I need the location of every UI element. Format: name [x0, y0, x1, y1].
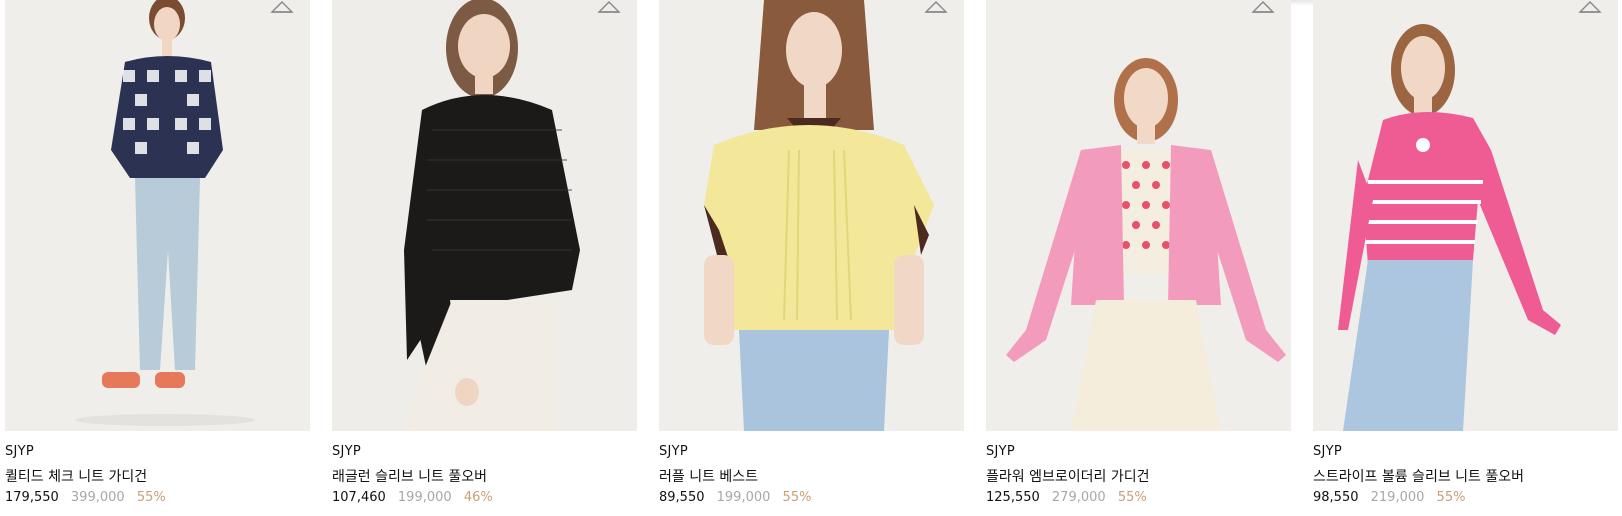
product-image[interactable] — [659, 0, 964, 431]
model-photo — [1313, 0, 1618, 431]
product-brand[interactable]: SJYP — [659, 444, 688, 459]
product-card[interactable]: SJYP 러플 니트 베스트 89,550 199,000 55% — [659, 0, 964, 516]
product-card[interactable]: SJYP 플라워 엠브로이더리 가디건 125,550 279,000 55% — [986, 0, 1291, 516]
product-image[interactable] — [332, 0, 637, 431]
discount-rate: 46% — [463, 490, 493, 505]
product-grid: SJYP 퀼티드 체크 니트 가디건 179,550 399,000 55% S… — [0, 0, 1622, 516]
model-photo — [5, 0, 310, 431]
product-prices: 107,460 199,000 46% — [332, 490, 501, 505]
product-card[interactable]: SJYP 래글런 슬리브 니트 풀오버 107,460 199,000 46% — [332, 0, 637, 516]
sale-price: 179,550 — [5, 490, 59, 505]
sale-price: 125,550 — [986, 490, 1040, 505]
product-prices: 89,550 199,000 55% — [659, 490, 819, 505]
product-name[interactable]: 러플 니트 베스트 — [659, 466, 758, 486]
product-brand[interactable]: SJYP — [1313, 444, 1342, 459]
product-name[interactable]: 플라워 엠브로이더리 가디건 — [986, 466, 1149, 486]
wishlist-icon[interactable] — [270, 0, 294, 14]
sale-price: 107,460 — [332, 490, 386, 505]
original-price: 219,000 — [1370, 490, 1425, 505]
discount-rate: 55% — [136, 490, 166, 505]
sale-price: 98,550 — [1313, 490, 1359, 505]
product-prices: 98,550 219,000 55% — [1313, 490, 1473, 505]
product-image[interactable] — [1313, 0, 1618, 431]
product-name[interactable]: 스트라이프 볼륨 슬리브 니트 풀오버 — [1313, 466, 1524, 486]
product-brand[interactable]: SJYP — [332, 444, 361, 459]
product-brand[interactable]: SJYP — [986, 444, 1015, 459]
product-prices: 125,550 279,000 55% — [986, 490, 1155, 505]
wishlist-icon[interactable] — [1578, 0, 1602, 14]
model-photo — [332, 0, 637, 431]
discount-rate: 55% — [1436, 490, 1466, 505]
wishlist-icon[interactable] — [924, 0, 948, 14]
product-name[interactable]: 래글런 슬리브 니트 풀오버 — [332, 466, 487, 486]
wishlist-icon[interactable] — [1251, 0, 1275, 14]
original-price: 199,000 — [397, 490, 452, 505]
product-card[interactable]: SJYP 퀼티드 체크 니트 가디건 179,550 399,000 55% — [5, 0, 310, 516]
discount-rate: 55% — [782, 490, 812, 505]
product-prices: 179,550 399,000 55% — [5, 490, 174, 505]
model-photo — [659, 0, 964, 431]
original-price: 399,000 — [70, 490, 125, 505]
product-name[interactable]: 퀼티드 체크 니트 가디건 — [5, 466, 147, 486]
sale-price: 89,550 — [659, 490, 705, 505]
original-price: 279,000 — [1051, 490, 1106, 505]
product-brand[interactable]: SJYP — [5, 444, 34, 459]
product-card[interactable]: SJYP 스트라이프 볼륨 슬리브 니트 풀오버 98,550 219,000 … — [1313, 0, 1618, 516]
product-image[interactable] — [986, 0, 1291, 431]
model-photo — [986, 0, 1291, 431]
product-image[interactable] — [5, 0, 310, 431]
original-price: 199,000 — [716, 490, 771, 505]
discount-rate: 55% — [1117, 490, 1147, 505]
wishlist-icon[interactable] — [597, 0, 621, 14]
